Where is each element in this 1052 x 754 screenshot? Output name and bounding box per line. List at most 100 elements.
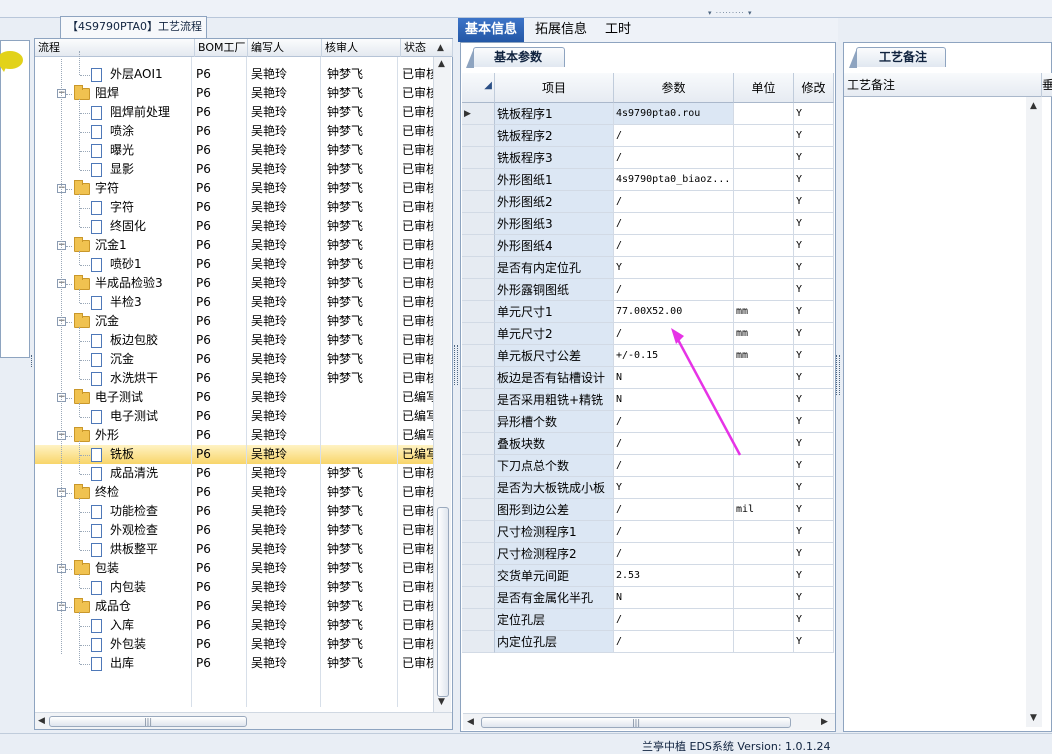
tree-row[interactable]: − 成品仓 P6 吴艳玲 钟梦飞 已审核 (35, 597, 434, 616)
params-row[interactable]: 定位孔层 / Y (462, 609, 834, 631)
row-header[interactable] (462, 213, 495, 235)
param-modify-cell[interactable]: Y (794, 323, 834, 345)
param-unit-cell[interactable] (734, 235, 794, 257)
tree-row[interactable]: − 沉金 P6 吴艳玲 钟梦飞 已审核 (35, 312, 434, 331)
tree-row[interactable]: − 沉金1 P6 吴艳玲 钟梦飞 已审核 (35, 236, 434, 255)
scroll-left-icon[interactable]: ◀ (38, 716, 45, 726)
row-header[interactable] (462, 587, 495, 609)
row-header[interactable] (462, 147, 495, 169)
row-header[interactable] (462, 631, 495, 653)
param-modify-cell[interactable]: Y (794, 279, 834, 301)
row-header[interactable] (462, 389, 495, 411)
tree-row[interactable]: 沉金 P6 吴艳玲 钟梦飞 已审核 (35, 350, 434, 369)
param-unit-cell[interactable] (734, 125, 794, 147)
row-header[interactable] (462, 565, 495, 587)
param-value-cell[interactable]: / (614, 213, 734, 235)
left-splitter-grip[interactable] (31, 355, 35, 367)
param-unit-cell[interactable] (734, 411, 794, 433)
tree-row[interactable]: 外观检查 P6 吴艳玲 钟梦飞 已审核 (35, 521, 434, 540)
param-modify-cell[interactable]: Y (794, 389, 834, 411)
params-row[interactable]: 异形槽个数 / Y (462, 411, 834, 433)
scroll-right-icon[interactable]: ▶ (821, 717, 828, 727)
tree-row[interactable]: − 终检 P6 吴艳玲 钟梦飞 已审核 (35, 483, 434, 502)
param-unit-cell[interactable] (734, 191, 794, 213)
tree-row[interactable]: 外层AOI1 P6 吴艳玲 钟梦飞 已审核 (35, 65, 434, 84)
param-value-cell[interactable]: / (614, 631, 734, 653)
param-value-cell[interactable]: / (614, 279, 734, 301)
param-value-cell[interactable]: / (614, 455, 734, 477)
param-value-cell[interactable]: / (614, 543, 734, 565)
row-header[interactable] (462, 433, 495, 455)
param-value-cell[interactable]: N (614, 389, 734, 411)
params-row[interactable]: 外形图纸2/ Y (462, 191, 834, 213)
scroll-down-icon[interactable]: ▼ (438, 697, 445, 707)
tree-row[interactable]: 板边包胶 P6 吴艳玲 钟梦飞 已审核 (35, 331, 434, 350)
param-value-cell[interactable]: 4s9790pta0_biaoz... (614, 169, 734, 191)
params-col-header[interactable]: 修改 (794, 73, 834, 103)
params-row[interactable]: 外形图纸4/ Y (462, 235, 834, 257)
params-row[interactable]: 是否采用粗铣+精铣 N Y (462, 389, 834, 411)
params-row[interactable]: 外形图纸3/ Y (462, 213, 834, 235)
params-horizontal-scrollbar[interactable]: ◀ ||| ▶ (463, 713, 835, 730)
row-header[interactable] (462, 455, 495, 477)
row-header[interactable] (462, 191, 495, 213)
param-value-cell[interactable]: Y (614, 477, 734, 499)
tree-row[interactable]: 成品清洗 P6 吴艳玲 钟梦飞 已审核 (35, 464, 434, 483)
row-header[interactable] (462, 323, 495, 345)
params-row[interactable]: 是否为大板铣成小板 Y Y (462, 477, 834, 499)
param-modify-cell[interactable]: Y (794, 411, 834, 433)
param-unit-cell[interactable] (734, 433, 794, 455)
param-unit-cell[interactable] (734, 543, 794, 565)
param-unit-cell[interactable] (734, 257, 794, 279)
param-modify-cell[interactable]: Y (794, 103, 834, 125)
process-remarks-tab[interactable]: 工艺备注 (849, 47, 946, 68)
param-value-cell[interactable]: / (614, 191, 734, 213)
param-modify-cell[interactable]: Y (794, 169, 834, 191)
param-unit-cell[interactable] (734, 389, 794, 411)
tree-row[interactable]: − 电子测试 P6 吴艳玲 已编写 (35, 388, 434, 407)
params-row[interactable]: 尺寸检测程序1/ Y (462, 521, 834, 543)
param-unit-cell[interactable] (734, 609, 794, 631)
tree-row[interactable]: 字符 P6 吴艳玲 钟梦飞 已审核 (35, 198, 434, 217)
tree-row[interactable]: − 外形 P6 吴艳玲 已编写 (35, 426, 434, 445)
param-unit-cell[interactable] (734, 367, 794, 389)
params-row[interactable]: 外形露铜图纸 / Y (462, 279, 834, 301)
tree-col-header[interactable]: 流程 (35, 39, 195, 57)
param-value-cell[interactable]: / (614, 147, 734, 169)
param-modify-cell[interactable]: Y (794, 125, 834, 147)
process-flow-tab[interactable]: 【4S9790PTA0】工艺流程 (60, 16, 207, 38)
param-unit-cell[interactable] (734, 213, 794, 235)
scroll-down-icon[interactable]: ▼ (1030, 713, 1037, 723)
tab-work-hours[interactable]: 工时 (598, 18, 638, 42)
params-row[interactable]: 单元尺寸2/mm Y (462, 323, 834, 345)
params-row[interactable]: ▶ 铣板程序1 4s9790pta0.rou Y (462, 103, 834, 125)
tree-col-header[interactable]: 编写人 (248, 39, 322, 57)
param-value-cell[interactable]: / (614, 499, 734, 521)
scroll-up-icon[interactable]: ▲ (1030, 101, 1037, 111)
tab-extended-info[interactable]: 拓展信息 (528, 18, 594, 42)
param-value-cell[interactable]: / (614, 125, 734, 147)
remarks-vertical-scrollbar[interactable]: ▲ ▼ (1026, 97, 1042, 727)
tree-row[interactable]: 水洗烘干 P6 吴艳玲 钟梦飞 已审核 (35, 369, 434, 388)
params-row[interactable]: 板边是否有钻槽设计 N Y (462, 367, 834, 389)
tree-row[interactable]: 铣板 P6 吴艳玲 已编写 (35, 445, 434, 464)
tree-row[interactable]: 半检3 P6 吴艳玲 钟梦飞 已审核 (35, 293, 434, 312)
param-unit-cell[interactable]: mm (734, 323, 794, 345)
tree-horizontal-thumb[interactable]: ||| (49, 716, 247, 727)
right-splitter-grip[interactable] (836, 355, 840, 395)
param-modify-cell[interactable]: Y (794, 433, 834, 455)
param-modify-cell[interactable]: Y (794, 609, 834, 631)
param-modify-cell[interactable]: Y (794, 147, 834, 169)
param-modify-cell[interactable]: Y (794, 477, 834, 499)
tree-row[interactable]: 阻焊前处理 P6 吴艳玲 钟梦飞 已审核 (35, 103, 434, 122)
tree-vertical-scrollbar[interactable]: ▲ ▼ (433, 57, 451, 712)
tree-row[interactable]: 烘板整平 P6 吴艳玲 钟梦飞 已审核 (35, 540, 434, 559)
params-row[interactable]: 铣板程序3/ Y (462, 147, 834, 169)
tree-row[interactable]: 外包装 P6 吴艳玲 钟梦飞 已审核 (35, 635, 434, 654)
param-unit-cell[interactable] (734, 103, 794, 125)
params-row[interactable]: 尺寸检测程序2/ Y (462, 543, 834, 565)
params-row[interactable]: 外形图纸1 4s9790pta0_biaoz... Y (462, 169, 834, 191)
params-row[interactable]: 铣板程序2/ Y (462, 125, 834, 147)
row-header[interactable] (462, 169, 495, 191)
param-unit-cell[interactable] (734, 565, 794, 587)
